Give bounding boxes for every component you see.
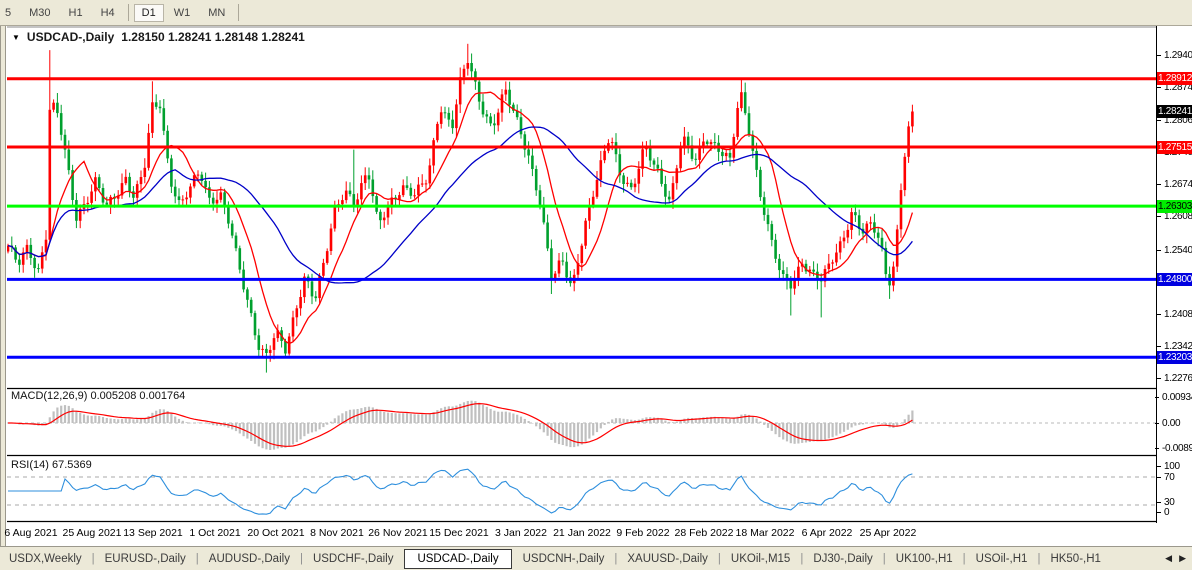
- tab-usdx[interactable]: USDX,Weekly: [0, 550, 91, 568]
- chart-ohlc-values: 1.28150 1.28241 1.28148 1.28241: [121, 30, 305, 44]
- date-axis[interactable]: 6 Aug 2021 25 Aug 2021 13 Sep 2021 1 Oct 20…: [4, 523, 1156, 545]
- timeframe-button-5[interactable]: 5: [0, 4, 19, 22]
- price-tick: 1.26080: [1156, 211, 1192, 222]
- tab-usoil[interactable]: USOil-,H1: [967, 550, 1037, 568]
- tab-xauusd[interactable]: XAUUSD-,Daily: [618, 550, 717, 568]
- timeframe-button-w1[interactable]: W1: [166, 4, 199, 22]
- candlesticks-layer: [7, 43, 914, 373]
- tab-eurusd[interactable]: EURUSD-,Daily: [96, 550, 195, 568]
- macd-layer: [7, 400, 1156, 450]
- tab-uk100[interactable]: UK100-,H1: [887, 550, 962, 568]
- macd-indicator-label: MACD(12,26,9) 0.005208 0.001764: [11, 390, 185, 402]
- horizontal-levels-layer: [7, 77, 1156, 359]
- current-price-label: 1.28241: [1157, 105, 1192, 118]
- price-tick: 1.29400: [1156, 50, 1192, 61]
- macd-axis-tick: -0.00890: [1154, 443, 1192, 454]
- level-price-label: 1.23203: [1157, 350, 1192, 364]
- date-tick-label: 28 Feb 2022: [674, 527, 734, 539]
- tab-scroll-right-icon[interactable]: ▶: [1179, 553, 1186, 564]
- date-tick-label: 13 Sep 2021: [123, 527, 183, 539]
- moving-averages-layer: [7, 91, 914, 345]
- price-tick: 1.26740: [1156, 179, 1192, 190]
- rsi-layer: [7, 468, 1156, 515]
- chart-symbol-label: USDCAD-,Daily: [26, 30, 115, 44]
- rsi-axis-tick: 70: [1157, 471, 1175, 483]
- date-tick-label: 8 Nov 2021: [310, 527, 364, 539]
- date-tick-label: 1 Oct 2021: [189, 527, 241, 539]
- symbol-tabs-bar: USDX,Weekly | EURUSD-,Daily | AUDUSD-,Daily |…: [0, 546, 1192, 570]
- price-axis[interactable]: 1.294001.287401.280601.274001.267401.260…: [1154, 26, 1192, 523]
- chart-title: ▼ USDCAD-,Daily 1.28150 1.28241 1.28148 …: [12, 30, 305, 44]
- date-tick-label: 21 Jan 2022: [553, 527, 611, 539]
- timeframe-toolbar: 5 M30 H1 H4 D1 W1 MN: [0, 0, 1192, 26]
- date-tick-label: 9 Feb 2022: [616, 527, 670, 539]
- macd-current-values: 0.005208 0.001764: [90, 390, 186, 402]
- tab-scroll-arrows: ◀ ▶: [1165, 553, 1192, 564]
- timeframe-button-m30[interactable]: M30: [21, 4, 58, 22]
- date-tick-label: 6 Apr 2022: [801, 527, 853, 539]
- price-chart-canvas[interactable]: [7, 26, 1156, 523]
- chart-dropdown-icon[interactable]: ▼: [12, 33, 20, 42]
- date-tick-label: 15 Dec 2021: [429, 527, 489, 539]
- level-price-label: 1.28912: [1157, 72, 1192, 86]
- macd-axis-tick: 0.00: [1154, 417, 1181, 429]
- level-price-label: 1.26303: [1157, 199, 1192, 213]
- toolbar-separator: [238, 4, 240, 21]
- tab-usdcnh[interactable]: USDCNH-,Daily: [514, 550, 614, 568]
- window-left-frame: [0, 26, 6, 546]
- tab-dj30[interactable]: DJ30-,Daily: [804, 550, 881, 568]
- toolbar-separator: [127, 4, 129, 21]
- timeframe-button-h4[interactable]: H4: [93, 4, 123, 22]
- rsi-axis-tick: 100: [1157, 460, 1180, 472]
- rsi-current-value: 67.5369: [51, 459, 92, 471]
- tab-hk50[interactable]: HK50-,H1: [1041, 550, 1110, 568]
- rsi-name: RSI(14): [11, 459, 49, 471]
- chart-window: ▼ USDCAD-,Daily 1.28150 1.28241 1.28148 …: [0, 26, 1192, 546]
- date-tick-label: 26 Nov 2021: [368, 527, 428, 539]
- date-tick-label: 3 Jan 2022: [495, 527, 547, 539]
- price-tick: 1.24080: [1156, 309, 1192, 320]
- macd-axis-tick: 0.009345: [1154, 392, 1192, 403]
- pane-borders: [7, 26, 1156, 523]
- price-tick: 1.25400: [1156, 245, 1192, 256]
- price-tick: 1.22760: [1156, 373, 1192, 384]
- timeframe-button-mn[interactable]: MN: [200, 4, 233, 22]
- level-price-label: 1.24800: [1157, 272, 1192, 286]
- date-tick-label: 25 Apr 2022: [859, 527, 917, 539]
- tab-scroll-left-icon[interactable]: ◀: [1165, 553, 1172, 564]
- date-tick-label: 25 Aug 2021: [62, 527, 122, 539]
- level-price-label: 1.27515: [1157, 140, 1192, 154]
- date-tick-label: 20 Oct 2021: [247, 527, 305, 539]
- rsi-axis-tick: 0: [1156, 506, 1170, 518]
- tab-usdchf[interactable]: USDCHF-,Daily: [304, 550, 403, 568]
- timeframe-button-d1[interactable]: D1: [133, 3, 164, 22]
- tab-usdcad[interactable]: USDCAD-,Daily: [404, 548, 512, 569]
- macd-name: MACD(12,26,9): [11, 390, 88, 402]
- rsi-indicator-label: RSI(14) 67.5369: [11, 459, 92, 471]
- tab-ukoil[interactable]: UKOil-,M15: [722, 550, 799, 568]
- date-tick-label: 18 Mar 2022: [735, 527, 795, 539]
- timeframe-button-h1[interactable]: H1: [61, 4, 91, 22]
- tab-audusd[interactable]: AUDUSD-,Daily: [200, 550, 299, 568]
